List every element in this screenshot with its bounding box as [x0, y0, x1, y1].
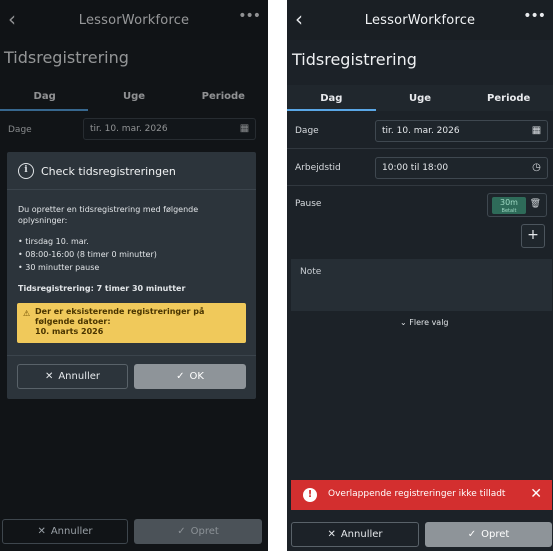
footer-create-label: Opret [190, 526, 219, 537]
warning-icon: ⚠ [23, 309, 31, 318]
page-title: Tidsregistrering [292, 50, 417, 69]
warning-date: 10. marts 2026 [35, 327, 104, 336]
close-icon: ✕ [37, 526, 46, 537]
footer-cancel-label: Annuller [340, 529, 383, 540]
dialog-title: Check tidsregistreringen [41, 165, 176, 178]
error-icon: ! [303, 488, 317, 502]
footer-cancel-button[interactable]: ✕ Annuller [2, 519, 128, 544]
footer-create-button[interactable]: ✓ Opret [134, 519, 262, 544]
close-icon[interactable]: ✕ [530, 486, 542, 502]
clock-icon: ◷ [532, 162, 541, 173]
check-icon: ✓ [176, 371, 185, 382]
dialog-divider [7, 355, 256, 356]
left-screen: ‹ LessorWorkforce ••• Tidsregistrering D… [0, 0, 268, 551]
app-bar: ‹ LessorWorkforce ••• [287, 0, 553, 40]
more-options-label: Flere valg [409, 318, 449, 327]
warning-banner: ⚠ Der er eksisterende registreringer på … [17, 303, 246, 343]
date-value: tir. 10. mar. 2026 [382, 126, 460, 136]
confirm-dialog: i Check tidsregistreringen Du opretter e… [7, 152, 256, 399]
footer-create-label: Opret [481, 529, 510, 540]
pause-label: Pause [295, 199, 322, 209]
row-divider [287, 185, 553, 186]
tab-day[interactable]: Dag [287, 85, 376, 111]
dialog-line-time: • 08:00-16:00 (8 timer 0 minutter) [18, 250, 157, 259]
date-label: Dage [295, 126, 319, 136]
row-divider [287, 148, 553, 149]
dialog-summary: Tidsregistrering: 7 timer 30 minutter [18, 284, 186, 293]
app-title: LessorWorkforce [364, 12, 476, 28]
error-toast: ! Overlappende registreringer ikke tilla… [291, 480, 552, 510]
back-chevron-icon[interactable]: ‹ [295, 9, 315, 29]
footer-cancel-button[interactable]: ✕ Annuller [291, 522, 419, 547]
active-tab-indicator [287, 109, 376, 111]
work-time-value: 10:00 til 18:00 [382, 163, 449, 173]
date-field[interactable]: tir. 10. mar. 2026 ▦ [375, 120, 548, 142]
pause-paid-label: Betalt [501, 208, 517, 214]
pause-value: 30m [500, 198, 518, 207]
check-icon: ✓ [177, 526, 186, 537]
tab-week[interactable]: Uge [376, 85, 465, 111]
pause-tag: 30m Betalt [492, 197, 526, 214]
work-time-field[interactable]: 10:00 til 18:00 ◷ [375, 157, 548, 179]
close-icon: ✕ [327, 529, 336, 540]
note-label: Note [300, 267, 322, 277]
dialog-cancel-button[interactable]: ✕ Annuller [17, 364, 128, 389]
dialog-intro: Du opretter en tidsregistrering med følg… [18, 205, 199, 225]
dialog-ok-label: OK [189, 371, 204, 382]
dialog-line-date: • tirsdag 10. mar. [18, 237, 89, 246]
more-options-icon[interactable]: ••• [523, 8, 546, 24]
footer-create-button[interactable]: ✓ Opret [425, 522, 552, 547]
note-field[interactable]: Note [291, 259, 552, 311]
dialog-ok-button[interactable]: ✓ OK [134, 364, 246, 389]
dialog-cancel-label: Annuller [58, 371, 101, 382]
more-options-toggle[interactable]: ⌄ Flere valg [400, 318, 449, 327]
error-message: Overlappende registreringer ikke tilladt [328, 489, 506, 499]
tab-period[interactable]: Periode [464, 85, 553, 111]
add-pause-button[interactable]: + [521, 224, 545, 248]
dialog-header: i Check tidsregistreringen [7, 152, 256, 190]
warning-text: Der er eksisterende registreringer på fø… [35, 307, 240, 337]
warning-message: Der er eksisterende registreringer på fø… [35, 307, 205, 326]
trash-icon[interactable]: 🗑 [530, 199, 541, 209]
check-icon: ✓ [467, 529, 477, 540]
calendar-icon: ▦ [531, 125, 542, 136]
footer-cancel-label: Annuller [50, 526, 93, 537]
dialog-line-pause: • 30 minutter pause [18, 263, 100, 272]
pause-chip[interactable]: 30m Betalt 🗑 [487, 193, 547, 217]
chevron-down-icon: ⌄ [400, 318, 407, 327]
close-icon: ✕ [44, 371, 54, 382]
work-time-label: Arbejdstid [295, 163, 341, 173]
info-icon: i [18, 163, 34, 179]
tab-bar: Dag Uge Periode [287, 85, 553, 111]
